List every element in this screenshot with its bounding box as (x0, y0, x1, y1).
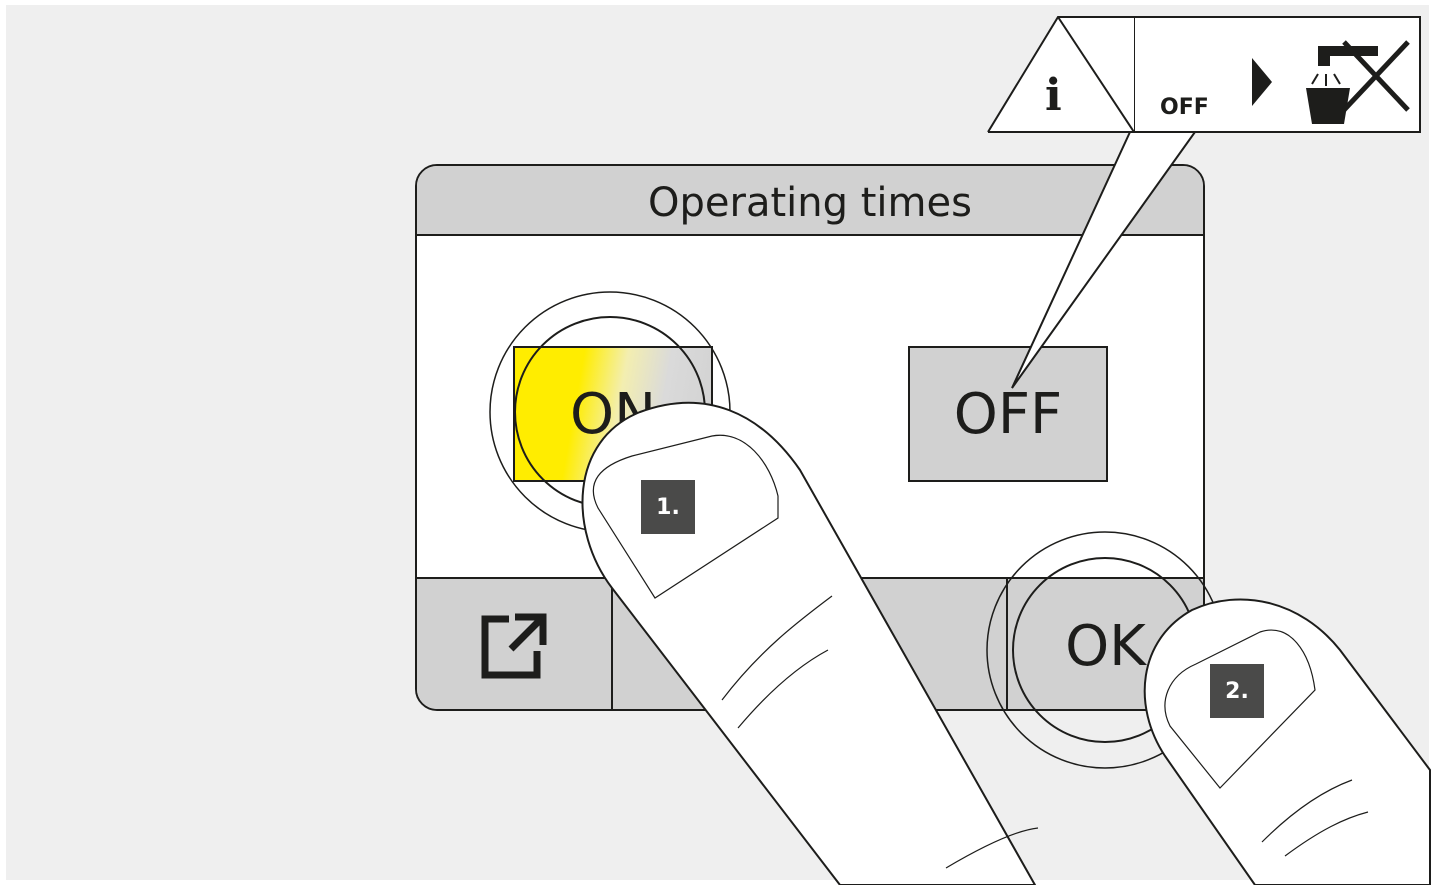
off-button-label: OFF (953, 381, 1063, 447)
footer-spacer (613, 579, 1008, 709)
export-icon (481, 613, 547, 679)
panel-header: Operating times (417, 166, 1203, 236)
on-button[interactable]: ON (513, 346, 713, 482)
step-2-badge: 2. (1210, 664, 1264, 718)
callout-off-label: OFF (1160, 95, 1209, 120)
panel-title: Operating times (648, 180, 972, 226)
step-1-badge: 1. (641, 480, 695, 534)
on-button-label: ON (570, 381, 656, 447)
panel-footer: OK (417, 577, 1203, 709)
export-button[interactable] (417, 579, 613, 709)
info-icon: i (1045, 70, 1062, 121)
ok-button[interactable]: OK (1008, 579, 1203, 709)
ok-button-label: OK (1065, 613, 1146, 679)
off-button[interactable]: OFF (908, 346, 1108, 482)
control-panel: Operating times ON OFF OK (415, 164, 1205, 711)
